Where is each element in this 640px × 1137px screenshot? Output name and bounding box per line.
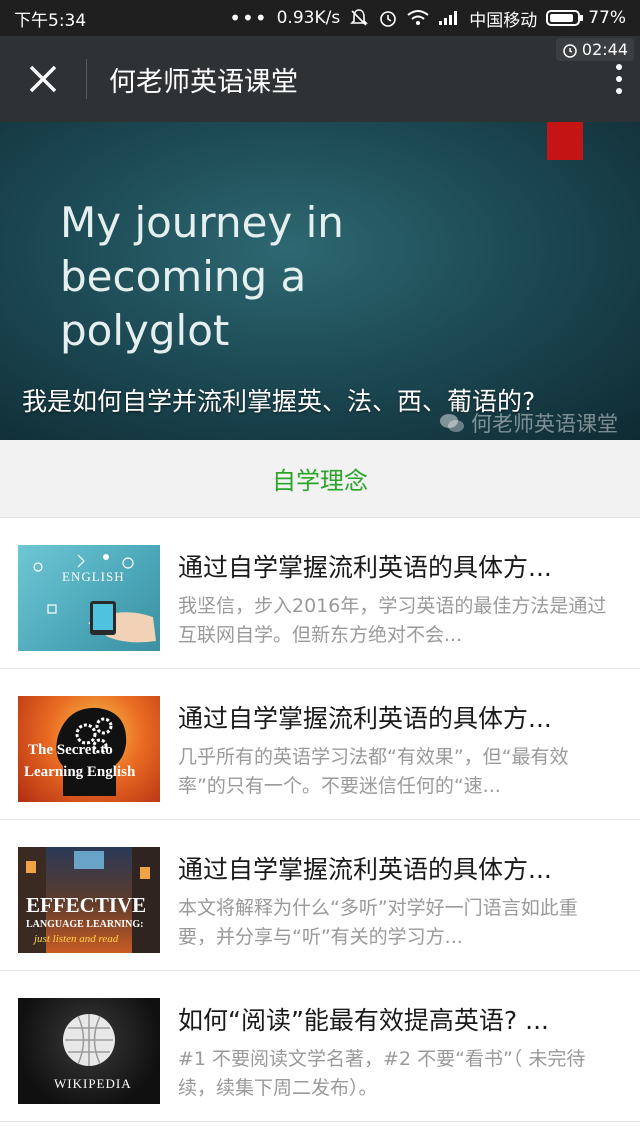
article-title: 通过自学掌握流利英语的具体方... xyxy=(178,553,552,582)
article-thumbnail: The Secret to Learning English xyxy=(18,696,160,802)
network-speed: 0.93K/s xyxy=(276,8,341,28)
article-thumbnail: EFFECTIVE LANGUAGE LEARNING: just listen… xyxy=(18,847,160,953)
thumb-label: ENGLISH xyxy=(62,569,125,584)
signal-icon xyxy=(438,10,460,26)
wechat-icon xyxy=(440,414,464,432)
thumb-label: Learning English xyxy=(24,764,136,780)
more-dots-icon: ••• xyxy=(229,6,268,30)
hero-banner[interactable]: My journey in becoming a polyglot 我是如何自学… xyxy=(0,122,640,440)
article-item[interactable]: WIKIPEDIA 如何“阅读”能最有效提高英语? ... #1 不要阅读文学名… xyxy=(0,971,640,1122)
status-time: 下午5:34 xyxy=(14,10,87,31)
more-dot xyxy=(616,88,622,94)
english-doodle-icon xyxy=(33,554,156,643)
hero-watermark-text: 何老师英语课堂 xyxy=(471,412,618,436)
article-item[interactable]: ENGLISH 通过自学掌握流利英语的具体方... 我坚信，步入2016年，学习… xyxy=(0,518,640,669)
article-thumbnail: WIKIPEDIA xyxy=(18,998,160,1104)
section-header: 自学理念 xyxy=(0,440,640,518)
timer-icon xyxy=(563,43,577,58)
article-desc: 我坚信，步入2016年，学习英语的最佳方法是通过互联网自学。但新东方绝对不会..… xyxy=(178,595,607,646)
battery: 77% xyxy=(546,8,626,28)
article-title: 通过自学掌握流利英语的具体方... xyxy=(178,855,552,884)
more-dot xyxy=(616,76,622,82)
alarm-icon xyxy=(378,8,398,28)
page-title: 何老师英语课堂 xyxy=(109,66,298,98)
article-thumbnail: ENGLISH xyxy=(18,545,160,651)
article-desc: 几乎所有的英语学习法都“有效果”，但“最有效率”的只有一个。不要迷信任何的“速.… xyxy=(178,746,569,797)
thumb-label: The Secret to xyxy=(28,742,113,758)
article-title: 通过自学掌握流利英语的具体方... xyxy=(178,704,552,733)
battery-icon xyxy=(546,10,584,26)
close-button[interactable] xyxy=(0,36,86,122)
thumb-label: LANGUAGE LEARNING: xyxy=(26,919,144,930)
hero-red-block xyxy=(547,122,583,160)
thumb-label: just listen and read xyxy=(34,933,119,945)
article-desc: 本文将解释为什么“多听”对学好一门语言如此重要，并分享与“听”有关的学习方... xyxy=(178,897,578,948)
article-desc: #1 不要阅读文学名著，#2 不要“看书”（ 未完待续，续集下周二发布）。 xyxy=(178,1048,586,1099)
timer-text: 02:44 xyxy=(581,40,628,59)
carrier-name: 中国移动 xyxy=(469,10,538,31)
close-icon xyxy=(29,65,57,93)
hero-watermark: 何老师英语课堂 xyxy=(439,408,618,438)
battery-percent: 77% xyxy=(588,8,626,28)
article-item[interactable]: EFFECTIVE LANGUAGE LEARNING: just listen… xyxy=(0,820,640,971)
call-timer-badge[interactable]: 02:44 xyxy=(555,38,634,61)
article-item[interactable]: The Secret to Learning English 通过自学掌握流利英… xyxy=(0,669,640,820)
status-bar: 下午5:34 ••• 0.93K/s 中国移动 77% xyxy=(0,0,640,36)
article-title: 如何“阅读”能最有效提高英语? ... xyxy=(178,1006,549,1035)
more-dot xyxy=(616,64,622,70)
article-list: ENGLISH 通过自学掌握流利英语的具体方... 我坚信，步入2016年，学习… xyxy=(0,518,640,1122)
thumb-label: EFFECTIVE xyxy=(26,893,147,917)
top-bar: 何老师英语课堂 xyxy=(0,36,640,122)
section-title: 自学理念 xyxy=(272,467,368,495)
thumb-label: WIKIPEDIA xyxy=(54,1076,132,1091)
status-right: ••• 0.93K/s 中国移动 77% xyxy=(229,6,626,31)
hero-slide-text: My journey in becoming a polyglot xyxy=(60,198,344,355)
wifi-icon xyxy=(407,9,429,27)
mute-bell-icon xyxy=(349,8,369,28)
